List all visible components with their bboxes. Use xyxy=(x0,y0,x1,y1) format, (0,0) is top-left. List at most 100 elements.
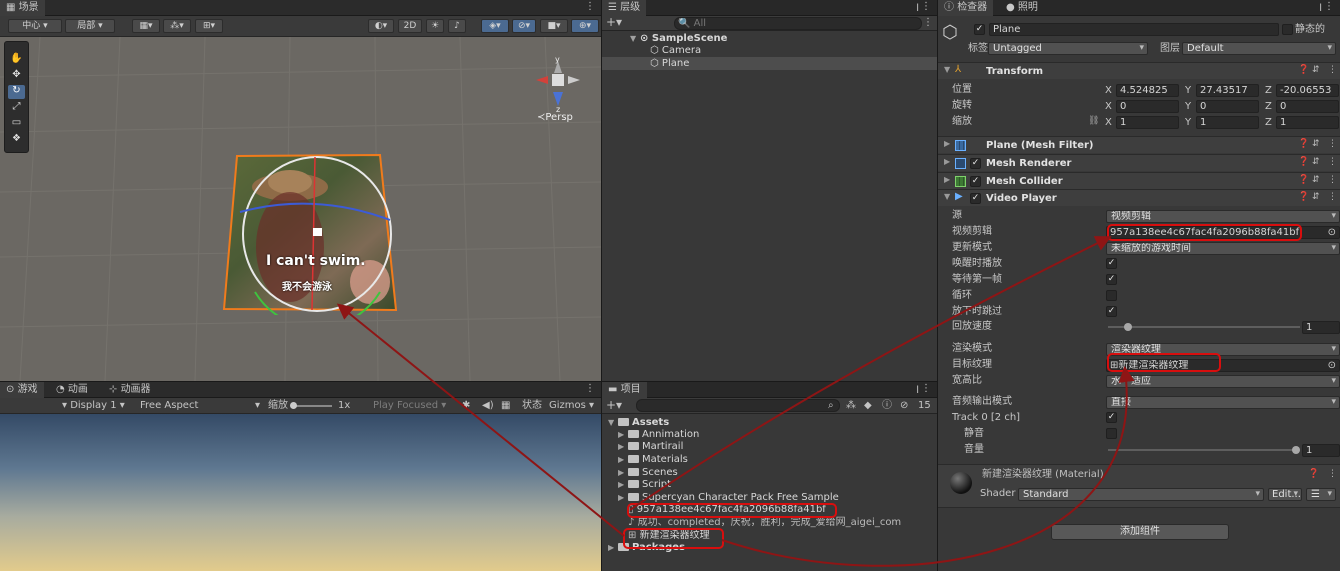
mesh-collider-preset-icon[interactable]: ⇵ xyxy=(1312,175,1320,185)
mesh-filter-menu-icon[interactable]: ⋮ xyxy=(1328,139,1337,149)
audio-toggle-icon[interactable]: ♪ xyxy=(448,19,466,33)
object-active-checkbox[interactable]: ✓ xyxy=(974,24,985,35)
aspect-dropdown[interactable]: Free Aspect ▾ xyxy=(140,397,260,415)
transform-menu-icon[interactable]: ⋮ xyxy=(1328,65,1337,75)
hierarchy-add-button[interactable]: +▾ xyxy=(606,13,622,31)
project-menu-icon[interactable]: ⋮ xyxy=(921,382,931,398)
mute-checkbox[interactable] xyxy=(1106,428,1117,439)
search-by-type-icon[interactable]: ⁂ xyxy=(846,397,856,415)
tab-game[interactable]: ⊙ 游戏 xyxy=(0,382,44,398)
shader-edit-button[interactable]: Edit... xyxy=(1268,488,1302,501)
folder-scenes[interactable]: ▶ Scenes xyxy=(618,467,678,479)
move-tool-icon[interactable]: ✥ xyxy=(8,69,25,83)
mesh-filter-header[interactable]: ▶ Plane (Mesh Filter) ❓ ⇵ ⋮ xyxy=(938,136,1340,153)
mesh-renderer-header[interactable]: ▶ ✓ Mesh Renderer ❓ ⇵ ⋮ xyxy=(938,154,1340,171)
tab-animator[interactable]: ⊹ 动画器 xyxy=(103,382,157,398)
tab-lighting[interactable]: ● 照明 xyxy=(1000,0,1044,16)
folder-annimation[interactable]: ▶ Annimation xyxy=(618,429,699,441)
frame-debug-icon[interactable]: ▦ xyxy=(501,397,510,415)
volume-handle[interactable] xyxy=(1292,446,1300,454)
mesh-collider-fold-icon[interactable]: ▶ xyxy=(944,175,950,184)
video-player-enabled-checkbox[interactable]: ✓ xyxy=(970,193,981,204)
gizmos-toggle-icon[interactable]: ⊕▾ xyxy=(571,19,599,33)
layer-dropdown[interactable]: Default xyxy=(1182,42,1336,55)
project-search-icon[interactable]: ⌕ xyxy=(828,397,834,415)
info-icon[interactable]: ⓘ xyxy=(882,397,892,415)
scale-slider[interactable] xyxy=(290,402,332,409)
transform-tool-icon[interactable]: ❖ xyxy=(8,133,25,147)
mesh-filter-fold-icon[interactable]: ▶ xyxy=(944,139,950,148)
perspective-label[interactable]: ≺Persp xyxy=(537,112,573,123)
wait-first-frame-checkbox[interactable]: ✓ xyxy=(1106,274,1117,285)
folder-materials[interactable]: ▶ Materials xyxy=(618,454,688,466)
camera-settings-icon[interactable]: ■▾ xyxy=(540,19,568,33)
mesh-renderer-menu-icon[interactable]: ⋮ xyxy=(1328,157,1337,167)
video-clip-picker-icon[interactable]: ⊙ xyxy=(1328,227,1336,238)
mesh-renderer-enabled-checkbox[interactable]: ✓ xyxy=(970,158,981,169)
playback-speed-field[interactable]: 1 xyxy=(1302,321,1340,334)
bug-icon[interactable]: ✱ xyxy=(462,397,470,415)
transform-header[interactable]: ▼ ⅄ Transform ❓ ⇵ ⋮ xyxy=(938,62,1340,79)
hidden-objects-icon[interactable]: ⊘▾ xyxy=(512,19,536,33)
shader-dropdown[interactable]: Standard xyxy=(1018,488,1264,501)
mesh-collider-menu-icon[interactable]: ⋮ xyxy=(1328,175,1337,185)
toggle-2d-button[interactable]: 2D xyxy=(398,19,422,33)
folder-script[interactable]: ▶ Script xyxy=(618,479,671,491)
scale-z-field[interactable]: 1 xyxy=(1276,116,1339,129)
loop-checkbox[interactable] xyxy=(1106,290,1117,301)
project-lock-icon[interactable]: ꞁ xyxy=(916,382,919,398)
hidden-packages-icon[interactable]: ⊘ xyxy=(900,397,908,415)
skip-on-drop-checkbox[interactable]: ✓ xyxy=(1106,306,1117,317)
transform-preset-icon[interactable]: ⇵ xyxy=(1312,65,1320,75)
mesh-collider-header[interactable]: ▶ ✓ Mesh Collider ❓ ⇵ ⋮ xyxy=(938,172,1340,189)
scale-y-field[interactable]: 1 xyxy=(1196,116,1259,129)
volume-field[interactable]: 1 xyxy=(1302,444,1340,457)
mesh-renderer-help-icon[interactable]: ❓ xyxy=(1298,157,1309,167)
project-search-input[interactable] xyxy=(636,399,840,412)
lighting-toggle-icon[interactable]: ☀ xyxy=(426,19,444,33)
position-x-field[interactable]: 4.524825 xyxy=(1116,84,1179,97)
volume-slider[interactable] xyxy=(1108,446,1300,454)
material-menu-icon[interactable]: ⋮ xyxy=(1328,469,1337,479)
mesh-renderer-fold-icon[interactable]: ▶ xyxy=(944,157,950,166)
source-dropdown[interactable]: 视频剪辑 xyxy=(1106,210,1340,223)
space-toggle[interactable]: 局部 ▾ xyxy=(65,19,115,33)
hierarchy-item-plane[interactable]: ⬡ Plane xyxy=(650,58,689,70)
mesh-filter-help-icon[interactable]: ❓ xyxy=(1298,139,1309,149)
video-player-help-icon[interactable]: ❓ xyxy=(1298,192,1309,202)
mesh-collider-help-icon[interactable]: ❓ xyxy=(1298,175,1309,185)
static-checkbox[interactable] xyxy=(1282,24,1293,35)
tab-scene[interactable]: ▦ 场景 xyxy=(0,0,45,16)
transform-fold-icon[interactable]: ▼ xyxy=(944,65,950,74)
stats-button[interactable]: 状态 xyxy=(522,397,542,415)
hand-tool-icon[interactable]: ✋ xyxy=(8,53,25,67)
inspector-lock-icon[interactable]: ꞁ xyxy=(1319,0,1322,16)
grid-snap-button[interactable]: ▦▾ xyxy=(132,19,160,33)
object-name-field[interactable]: Plane xyxy=(989,23,1279,36)
rotation-x-field[interactable]: 0 xyxy=(1116,100,1179,113)
tab-inspector[interactable]: ⓘ 检查器 xyxy=(938,0,994,16)
gizmos-dropdown[interactable]: Gizmos ▾ xyxy=(549,397,594,415)
tab-animation[interactable]: ◔ 动画 xyxy=(50,382,94,398)
shader-list-button[interactable]: ☰ xyxy=(1306,488,1336,501)
track-enabled-checkbox[interactable]: ✓ xyxy=(1106,412,1117,423)
scale-link-icon[interactable]: ⛓ xyxy=(1088,116,1099,126)
target-texture-picker-icon[interactable]: ⊙ xyxy=(1328,360,1336,371)
hierarchy-search-input[interactable]: 🔍 All xyxy=(674,17,922,30)
display-dropdown[interactable]: ▾ Display 1 ▾ xyxy=(62,397,125,415)
rotation-y-field[interactable]: 0 xyxy=(1196,100,1259,113)
rect-tool-icon[interactable]: ▭ xyxy=(8,117,25,131)
audio-output-dropdown[interactable]: 直接 xyxy=(1106,396,1340,409)
project-add-button[interactable]: +▾ xyxy=(606,396,622,414)
material-help-icon[interactable]: ❓ xyxy=(1308,469,1319,479)
scale-x-field[interactable]: 1 xyxy=(1116,116,1179,129)
video-player-preset-icon[interactable]: ⇵ xyxy=(1312,192,1320,202)
increment-snap-button[interactable]: ⁂▾ xyxy=(163,19,191,33)
scale-slider-handle[interactable] xyxy=(290,402,297,409)
mesh-filter-preset-icon[interactable]: ⇵ xyxy=(1312,139,1320,149)
ruler-button[interactable]: ⊞▾ xyxy=(195,19,223,33)
update-mode-dropdown[interactable]: 未缩放的游戏时间 xyxy=(1106,242,1340,255)
video-player-header[interactable]: ▼ ▶ ✓ Video Player ❓ ⇵ ⋮ xyxy=(938,189,1340,206)
folder-martirail[interactable]: ▶ Martirail xyxy=(618,441,683,453)
assets-root[interactable]: ▼ Assets xyxy=(608,417,669,429)
